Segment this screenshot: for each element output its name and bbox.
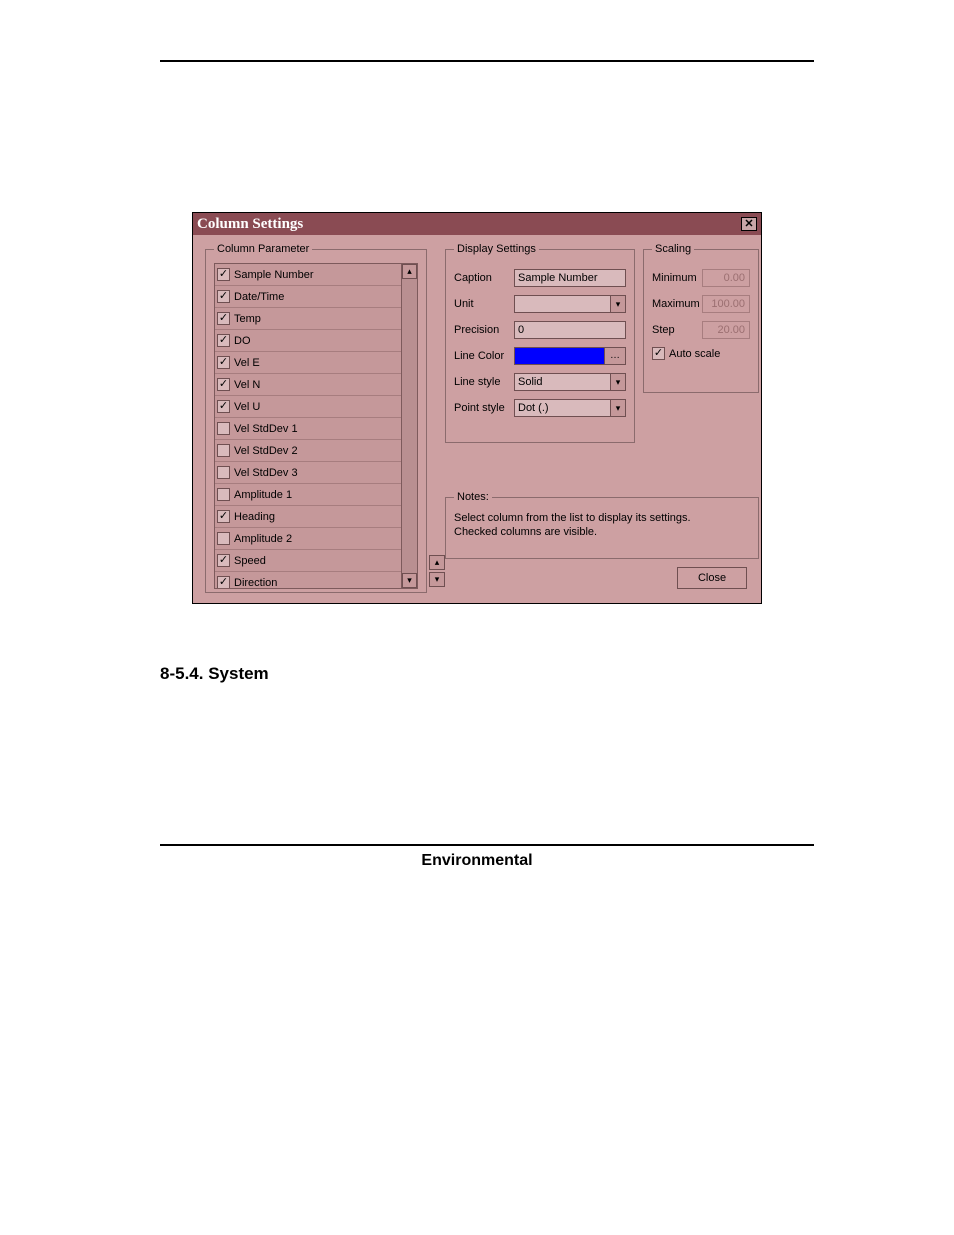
precision-input[interactable]: 0 [514,321,626,339]
checkbox-icon: ✓ [217,268,230,281]
list-item[interactable]: Amplitude 2 [215,528,401,550]
list-item[interactable]: ✓ Direction [215,572,401,588]
list-item[interactable]: Vel StdDev 1 [215,418,401,440]
column-parameter-group: Column Parameter ✓ Sample Number ✓ Date/Tim… [205,243,427,593]
linecolor-swatch [514,347,604,365]
checkbox-icon: ✓ [217,356,230,369]
checkbox-icon: ✓ [217,576,230,588]
list-item-label: Speed [234,555,266,567]
linecolor-label: Line Color [454,350,514,362]
checkbox-icon: ✓ [217,400,230,413]
notes-legend: Notes: [454,491,492,503]
list-item-label: Vel E [234,357,260,369]
list-item-label: Vel StdDev 3 [234,467,298,479]
titlebar: Column Settings ✕ [193,213,761,235]
spinner-down-icon[interactable]: ▾ [429,572,445,587]
checkbox-icon: ✓ [217,378,230,391]
column-settings-dialog: Column Settings ✕ Column Parameter ✓ Samp… [192,212,762,604]
list-item-label: Heading [234,511,275,523]
list-item[interactable]: ✓ Heading [215,506,401,528]
checkbox-icon: ✓ [217,312,230,325]
checkbox-icon [217,422,230,435]
list-item[interactable]: ✓ Vel E [215,352,401,374]
list-item[interactable]: Amplitude 1 [215,484,401,506]
list-item-label: Direction [234,577,277,589]
precision-label: Precision [454,324,514,336]
step-label: Step [652,324,702,336]
scroll-down-icon[interactable]: ▾ [402,573,417,588]
column-listbox[interactable]: ✓ Sample Number ✓ Date/Time ✓ Temp ✓ DO ✓ Vel E ✓ V… [214,263,418,589]
checkbox-icon: ✓ [217,554,230,567]
dialog-title: Column Settings [197,216,303,233]
list-item-label: Temp [234,313,261,325]
notes-text-1: Select column from the list to display i… [454,511,750,525]
list-item-label: Vel StdDev 2 [234,445,298,457]
list-item-label: Vel U [234,401,260,413]
display-settings-legend: Display Settings [454,243,539,255]
display-settings-group: Display Settings Caption Sample Number U… [445,243,635,443]
checkbox-icon: ✓ [217,334,230,347]
caption-input[interactable]: Sample Number [514,269,626,287]
maximum-label: Maximum [652,298,702,310]
linecolor-field[interactable]: … [514,347,626,365]
dialog-screenshot: Column Settings ✕ Column Parameter ✓ Samp… [100,212,854,604]
list-item-label: Vel StdDev 1 [234,423,298,435]
checkbox-icon [217,488,230,501]
list-item[interactable]: Vel StdDev 2 [215,440,401,462]
list-item-label: Date/Time [234,291,284,303]
list-item-label: DO [234,335,251,347]
footer-label: Environmental [100,852,854,870]
list-item[interactable]: ✓ Date/Time [215,286,401,308]
top-rule [160,60,814,62]
list-item[interactable]: ✓ Speed [215,550,401,572]
unit-label: Unit [454,298,514,310]
color-picker-button[interactable]: … [604,347,626,365]
column-parameter-legend: Column Parameter [214,243,312,255]
listbox-scrollbar[interactable]: ▴ ▾ [401,264,417,588]
unit-combo[interactable]: ▾ [514,295,626,313]
titlebar-close-icon[interactable]: ✕ [741,217,757,231]
list-item-label: Amplitude 1 [234,489,292,501]
list-item-label: Amplitude 2 [234,533,292,545]
autoscale-checkbox[interactable]: ✓ Auto scale [652,347,750,360]
list-item[interactable]: ✓ Temp [215,308,401,330]
pointstyle-combo[interactable]: Dot (.) ▾ [514,399,626,417]
section-heading: 8-5.4. System [160,664,854,684]
bottom-rule [160,844,814,846]
list-item[interactable]: ✓ Sample Number [215,264,401,286]
close-button[interactable]: Close [677,567,747,589]
pointstyle-label: Point style [454,402,514,414]
maximum-input[interactable]: 100.00 [702,295,750,313]
linestyle-label: Line style [454,376,514,388]
notes-group: Notes: Select column from the list to di… [445,491,759,559]
checkbox-icon: ✓ [217,290,230,303]
list-item[interactable]: ✓ Vel N [215,374,401,396]
scaling-group: Scaling Minimum 0.00 Maximum 100.00 Step… [643,243,759,393]
checkbox-icon [217,444,230,457]
autoscale-label: Auto scale [669,348,720,360]
list-item[interactable]: ✓ Vel U [215,396,401,418]
checkbox-icon [217,466,230,479]
minimum-input[interactable]: 0.00 [702,269,750,287]
caption-label: Caption [454,272,514,284]
scroll-up-icon[interactable]: ▴ [402,264,417,279]
notes-text-2: Checked columns are visible. [454,525,750,539]
checkbox-icon: ✓ [217,510,230,523]
checkbox-icon: ✓ [652,347,665,360]
spinner-up-icon[interactable]: ▴ [429,555,445,570]
scaling-legend: Scaling [652,243,694,255]
list-item[interactable]: Vel StdDev 3 [215,462,401,484]
chevron-down-icon[interactable]: ▾ [610,399,626,417]
linestyle-combo[interactable]: Solid ▾ [514,373,626,391]
list-item[interactable]: ✓ DO [215,330,401,352]
list-order-spinner[interactable]: ▴ ▾ [429,555,445,589]
chevron-down-icon[interactable]: ▾ [610,373,626,391]
step-input[interactable]: 20.00 [702,321,750,339]
list-item-label: Vel N [234,379,260,391]
minimum-label: Minimum [652,272,702,284]
list-item-label: Sample Number [234,269,313,281]
chevron-down-icon[interactable]: ▾ [610,295,626,313]
checkbox-icon [217,532,230,545]
